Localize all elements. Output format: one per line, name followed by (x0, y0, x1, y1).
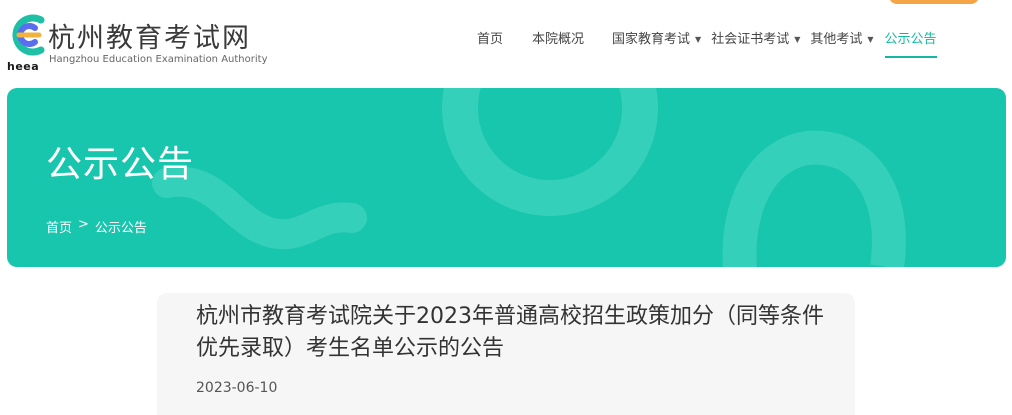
breadcrumb: 首页 > 公示公告 (46, 217, 147, 236)
nav-item-other-exams[interactable]: 其他考试 ▼ (810, 30, 873, 58)
nav-item-label: 其他考试 (810, 32, 863, 47)
nav-item-about[interactable]: 本院概况 (532, 30, 584, 58)
chevron-down-icon: ▼ (794, 35, 801, 44)
nav-item-label: 本院概况 (532, 32, 585, 47)
site-name-cn: 杭州教育考试网 (48, 23, 251, 54)
nav-item-label: 公示公告 (884, 32, 937, 47)
page-banner: 公示公告 首页 > 公示公告 (7, 88, 1006, 267)
main-nav: 首页 本院概况 国家教育考试 ▼ 社会证书考试 ▼ 其他考试 ▼ 公示公告 (470, 30, 937, 60)
breadcrumb-current-link[interactable]: 公示公告 (95, 217, 147, 236)
nav-item-announcements[interactable]: 公示公告 (884, 30, 937, 58)
logo-e-icon (12, 14, 45, 56)
nav-item-label: 首页 (477, 32, 504, 47)
article-date: 2023-06-10 (196, 380, 278, 396)
breadcrumb-separator: > (78, 217, 89, 232)
nav-item-home[interactable]: 首页 (477, 30, 503, 58)
article-title: 杭州市教育考试院关于2023年普通高校招生政策加分（同等条件优先录取）考生名单公… (196, 304, 824, 361)
article-card: 杭州市教育考试院关于2023年普通高校招生政策加分（同等条件优先录取）考生名单公… (157, 293, 855, 415)
site-name-en: Hangzhou Education Examination Authority (49, 54, 268, 65)
page-title: 公示公告 (46, 144, 195, 185)
nav-item-certificate-exams[interactable]: 社会证书考试 ▼ (711, 30, 800, 58)
site-logo[interactable]: heea 杭州教育考试网 Hangzhou Education Examinat… (5, 10, 275, 73)
top-accent-tab (889, 0, 979, 4)
nav-item-national-exams[interactable]: 国家教育考试 ▼ (612, 30, 701, 58)
nav-item-label: 国家教育考试 (612, 32, 691, 47)
chevron-down-icon: ▼ (867, 35, 874, 44)
breadcrumb-home-link[interactable]: 首页 (46, 217, 72, 236)
logo-abbrev: heea (7, 60, 40, 73)
nav-item-label: 社会证书考试 (711, 32, 790, 47)
chevron-down-icon: ▼ (695, 35, 702, 44)
